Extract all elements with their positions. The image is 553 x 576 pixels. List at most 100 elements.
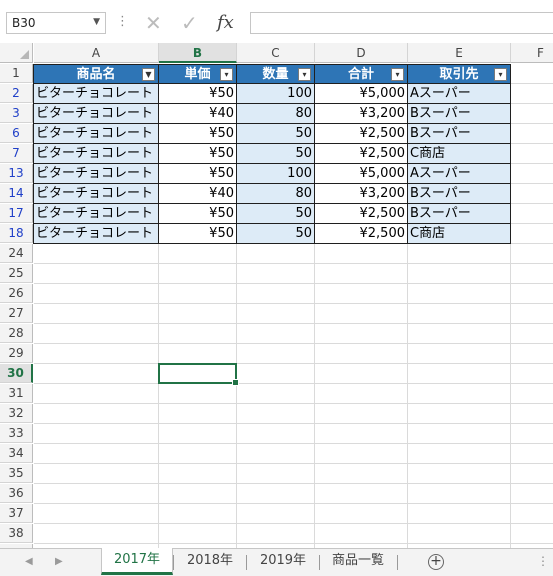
- table-cell-qty[interactable]: 50: [236, 204, 315, 224]
- table-cell-client[interactable]: Bスーパー: [407, 124, 511, 144]
- table-cell-client[interactable]: Aスーパー: [407, 84, 511, 104]
- sheet-tab[interactable]: 2017年: [101, 548, 173, 575]
- filter-dropdown-icon[interactable]: ▾: [298, 68, 311, 81]
- table-cell-qty[interactable]: 100: [236, 164, 315, 184]
- row-header-7[interactable]: 7: [0, 144, 33, 163]
- header-label: 合計: [347, 67, 374, 82]
- table-cell-qty[interactable]: 50: [236, 224, 315, 244]
- column-header-a[interactable]: A: [34, 43, 159, 63]
- row-header-2[interactable]: 2: [0, 84, 33, 103]
- table-cell-price[interactable]: ¥50: [158, 84, 237, 104]
- row-header-28[interactable]: 28: [0, 324, 33, 343]
- table-cell-total[interactable]: ¥2,500: [314, 124, 408, 144]
- table-cell-total[interactable]: ¥2,500: [314, 224, 408, 244]
- row-header-17[interactable]: 17: [0, 204, 33, 223]
- table-cell-client[interactable]: C商店: [407, 144, 511, 164]
- name-box-value: B30: [12, 16, 36, 30]
- column-header-e[interactable]: E: [408, 43, 511, 63]
- row-header-25[interactable]: 25: [0, 264, 33, 283]
- row-header-38[interactable]: 38: [0, 524, 33, 543]
- table-cell-total[interactable]: ¥2,500: [314, 204, 408, 224]
- column-header-c[interactable]: C: [237, 43, 315, 63]
- table-cell-qty[interactable]: 50: [236, 124, 315, 144]
- table-cell-price[interactable]: ¥50: [158, 124, 237, 144]
- name-box[interactable]: B30 ▼: [6, 12, 106, 34]
- table-cell-price[interactable]: ¥50: [158, 164, 237, 184]
- table-header-cell[interactable]: 数量 ▾: [236, 64, 315, 84]
- row-header-29[interactable]: 29: [0, 344, 33, 363]
- filter-dropdown-icon[interactable]: ▾: [220, 68, 233, 81]
- row-header-30[interactable]: 30: [0, 364, 33, 383]
- row-header-14[interactable]: 14: [0, 184, 33, 203]
- column-header-d[interactable]: D: [315, 43, 408, 63]
- table-cell-client[interactable]: Bスーパー: [407, 204, 511, 224]
- row-header-1[interactable]: 1: [0, 64, 33, 83]
- active-cell-selection[interactable]: [158, 363, 239, 386]
- table-cell-client[interactable]: C商店: [407, 224, 511, 244]
- table-cell-name[interactable]: ビターチョコレート: [33, 164, 159, 184]
- table-header-cell[interactable]: 取引先 ▾: [407, 64, 511, 84]
- table-header-cell[interactable]: 商品名 ▼: [33, 64, 159, 84]
- table-cell-qty[interactable]: 50: [236, 144, 315, 164]
- table-cell-price[interactable]: ¥40: [158, 184, 237, 204]
- column-header-b[interactable]: B: [159, 43, 237, 63]
- table-cell-name[interactable]: ビターチョコレート: [33, 204, 159, 224]
- more-tabs-icon[interactable]: ⋮: [537, 554, 549, 568]
- row-header-26[interactable]: 26: [0, 284, 33, 303]
- filter-active-icon[interactable]: ▼: [142, 68, 155, 81]
- table-cell-name[interactable]: ビターチョコレート: [33, 104, 159, 124]
- tab-scroll-right-icon[interactable]: ▶: [55, 556, 63, 567]
- row-header-35[interactable]: 35: [0, 464, 33, 483]
- table-cell-client[interactable]: Bスーパー: [407, 184, 511, 204]
- table-cell-price[interactable]: ¥40: [158, 104, 237, 124]
- table-header-cell[interactable]: 合計 ▾: [314, 64, 408, 84]
- filter-dropdown-icon[interactable]: ▾: [494, 68, 507, 81]
- row-header-31[interactable]: 31: [0, 384, 33, 403]
- cancel-icon[interactable]: ✕: [145, 12, 162, 34]
- table-cell-name[interactable]: ビターチョコレート: [33, 184, 159, 204]
- more-options-icon[interactable]: ⋮: [116, 14, 129, 29]
- table-cell-total[interactable]: ¥5,000: [314, 84, 408, 104]
- table-cell-total[interactable]: ¥3,200: [314, 184, 408, 204]
- select-all-corner[interactable]: [0, 43, 33, 63]
- table-cell-client[interactable]: Bスーパー: [407, 104, 511, 124]
- tab-scroll-left-icon[interactable]: ◀: [25, 556, 33, 567]
- table-cell-name[interactable]: ビターチョコレート: [33, 224, 159, 244]
- row-header-18[interactable]: 18: [0, 224, 33, 243]
- row-header-27[interactable]: 27: [0, 304, 33, 323]
- table-header-cell[interactable]: 単価 ▾: [158, 64, 237, 84]
- spreadsheet-grid[interactable]: A B C D E F 1 商品名 ▼ 単価 ▾ 数量 ▾ 合計 ▾ 取引先 ▾ 2 ビターチョコレート ¥50 100…: [0, 43, 553, 548]
- sheet-tab[interactable]: 商品一覧: [320, 549, 396, 575]
- row-header-24[interactable]: 24: [0, 244, 33, 263]
- table-cell-qty[interactable]: 100: [236, 84, 315, 104]
- sheet-tab[interactable]: 2019年: [247, 549, 319, 575]
- row-header-34[interactable]: 34: [0, 444, 33, 463]
- formula-input[interactable]: [250, 12, 553, 34]
- table-cell-name[interactable]: ビターチョコレート: [33, 84, 159, 104]
- table-cell-qty[interactable]: 80: [236, 104, 315, 124]
- row-header-37[interactable]: 37: [0, 504, 33, 523]
- table-cell-total[interactable]: ¥2,500: [314, 144, 408, 164]
- confirm-check-icon[interactable]: ✓: [181, 12, 198, 34]
- row-header-36[interactable]: 36: [0, 484, 33, 503]
- table-cell-client[interactable]: Aスーパー: [407, 164, 511, 184]
- chevron-down-icon[interactable]: ▼: [93, 17, 100, 27]
- filter-dropdown-icon[interactable]: ▾: [391, 68, 404, 81]
- row-header-32[interactable]: 32: [0, 404, 33, 423]
- table-cell-price[interactable]: ¥50: [158, 224, 237, 244]
- table-cell-price[interactable]: ¥50: [158, 204, 237, 224]
- table-cell-total[interactable]: ¥3,200: [314, 104, 408, 124]
- table-cell-total[interactable]: ¥5,000: [314, 164, 408, 184]
- table-cell-price[interactable]: ¥50: [158, 144, 237, 164]
- row-header-13[interactable]: 13: [0, 164, 33, 183]
- row-header-6[interactable]: 6: [0, 124, 33, 143]
- table-cell-name[interactable]: ビターチョコレート: [33, 144, 159, 164]
- row-header-3[interactable]: 3: [0, 104, 33, 123]
- add-sheet-icon[interactable]: +: [428, 554, 444, 570]
- column-header-f[interactable]: F: [511, 43, 553, 63]
- insert-function-icon[interactable]: fx: [217, 12, 234, 34]
- table-cell-name[interactable]: ビターチョコレート: [33, 124, 159, 144]
- row-header-33[interactable]: 33: [0, 424, 33, 443]
- sheet-tab[interactable]: 2018年: [174, 549, 246, 575]
- table-cell-qty[interactable]: 80: [236, 184, 315, 204]
